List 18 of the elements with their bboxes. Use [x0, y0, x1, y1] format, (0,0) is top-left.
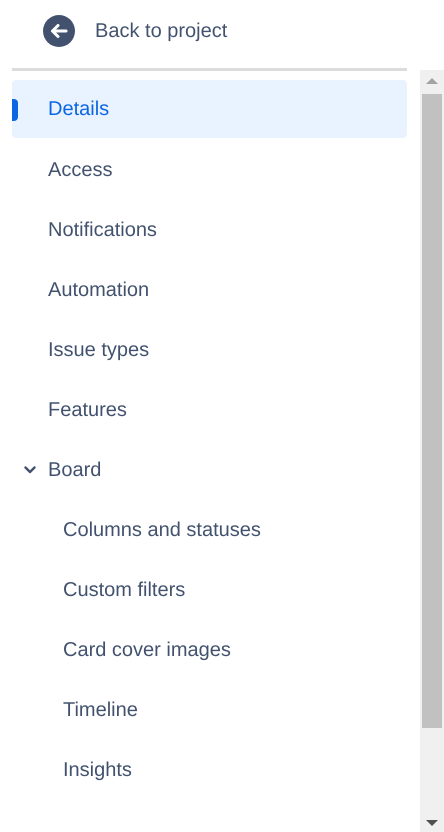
sidebar-item[interactable]: Automation	[12, 260, 407, 320]
sidebar-item[interactable]: Access	[12, 140, 407, 200]
sidebar-subitem[interactable]: Insights	[12, 740, 407, 800]
back-to-project-link[interactable]: Back to project	[12, 0, 407, 62]
sidebar-subitem[interactable]: Card cover images	[12, 620, 407, 680]
scroll-down-icon[interactable]	[426, 820, 438, 826]
sidebar-item[interactable]: Features	[12, 380, 407, 440]
scrollbar-thumb[interactable]	[422, 94, 442, 728]
selection-indicator	[12, 99, 18, 121]
sidebar-subitem[interactable]: Columns and statuses	[12, 500, 407, 560]
sidebar-subitem[interactable]: Timeline	[12, 680, 407, 740]
sidebar-item[interactable]: Details	[12, 80, 407, 138]
sidebar-item[interactable]: Notifications	[12, 200, 407, 260]
sidebar-subitem[interactable]: Custom filters	[12, 560, 407, 620]
scrollbar[interactable]	[420, 70, 444, 832]
sidebar-item[interactable]: Board	[12, 440, 407, 500]
sidebar-item[interactable]: Issue types	[12, 320, 407, 380]
scroll-up-icon[interactable]	[426, 78, 438, 84]
